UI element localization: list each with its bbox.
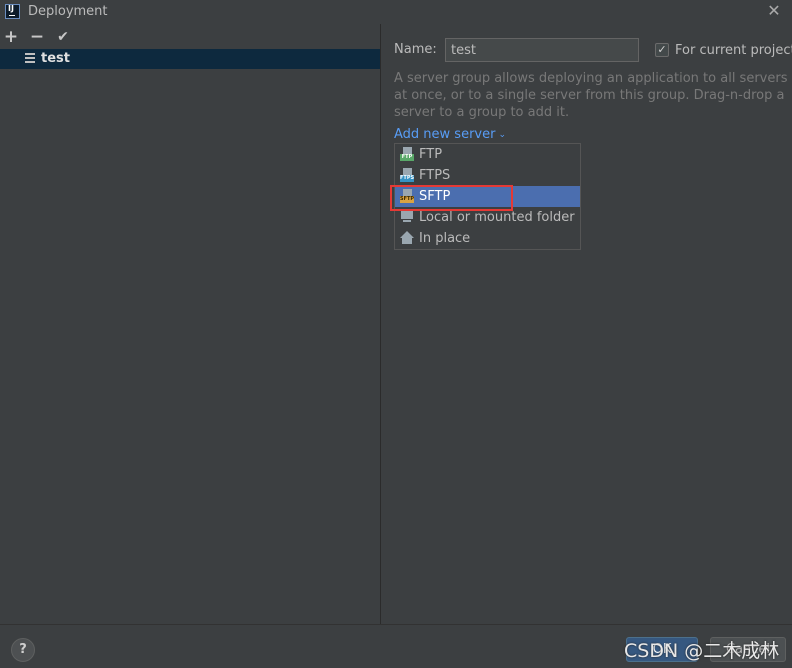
footer-divider <box>0 624 792 625</box>
menu-item-label: FTPS <box>419 168 451 183</box>
ftps-icon: FTPS <box>400 168 414 183</box>
tree-toolbar: + − ✔ <box>0 27 380 49</box>
csdn-watermark: CSDN @二木成林 <box>624 640 780 662</box>
server-tree-panel: + − ✔ test <box>0 24 380 624</box>
tree-item-label: test <box>41 51 70 66</box>
server-settings-panel: Name: ✓ For current project A server gro… <box>381 24 792 624</box>
menu-item-label: Local or mounted folder <box>419 210 575 225</box>
menu-item-in-place[interactable]: In place <box>395 228 580 249</box>
tree-item-test[interactable]: test <box>0 49 380 69</box>
for-current-project-checkbox[interactable]: ✓ <box>655 43 669 57</box>
sftp-highlight-annotation <box>390 185 513 211</box>
menu-item-ftps[interactable]: FTPS FTPS <box>395 165 580 186</box>
server-group-description: A server group allows deploying an appli… <box>394 71 788 120</box>
ftp-icon: FTP <box>400 147 414 162</box>
intellij-logo-icon: IJ <box>5 4 20 19</box>
menu-item-ftp[interactable]: FTP FTP <box>395 144 580 165</box>
name-input[interactable] <box>445 38 639 62</box>
local-folder-icon <box>400 211 414 224</box>
for-current-project-label[interactable]: For current project <box>675 43 792 58</box>
add-server-button[interactable]: + <box>2 27 20 47</box>
add-new-server-link[interactable]: Add new server ⌄ <box>394 127 506 142</box>
home-icon <box>400 231 414 245</box>
help-button[interactable]: ? <box>11 638 35 662</box>
apply-checkmark-button[interactable]: ✔ <box>54 27 72 47</box>
name-label: Name: <box>394 42 437 57</box>
server-group-icon <box>25 53 35 64</box>
chevron-down-icon: ⌄ <box>498 130 507 140</box>
title-bar: IJ Deployment ✕ <box>0 0 792 24</box>
remove-server-button[interactable]: − <box>28 27 46 47</box>
window-title: Deployment <box>28 4 108 19</box>
menu-item-label: FTP <box>419 147 443 162</box>
close-icon[interactable]: ✕ <box>765 2 783 20</box>
menu-item-label: In place <box>419 231 471 246</box>
add-new-server-label: Add new server <box>394 127 496 142</box>
